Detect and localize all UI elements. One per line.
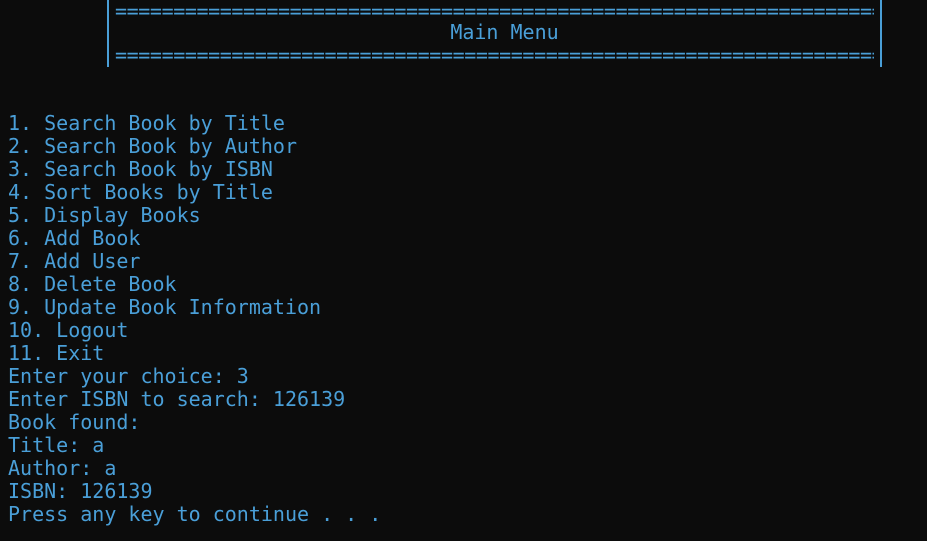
menu-item-add-user: 7. Add User (8, 249, 141, 273)
menu-item-delete-book: 8. Delete Book (8, 272, 177, 296)
menu-item-search-isbn: 3. Search Book by ISBN (8, 157, 273, 181)
menu-item-display-books: 5. Display Books (8, 203, 201, 227)
result-title-line: Title: a (8, 433, 105, 457)
menu-item-search-title: 1. Search Book by Title (8, 111, 285, 135)
choice-prompt-line: Enter your choice: 3 (8, 364, 249, 388)
banner-bottom-left-edge (107, 44, 109, 67)
banner-title-right-edge (880, 21, 882, 44)
menu-item-search-author: 2. Search Book by Author (8, 134, 297, 158)
continue-prompt[interactable]: Press any key to continue . . . (8, 503, 381, 526)
banner-top-rule-text: ========================================… (115, 0, 874, 23)
banner-top-right-edge (880, 0, 882, 23)
menu-item-update-book: 9. Update Book Information (8, 295, 322, 319)
menu-item-sort-title: 4. Sort Books by Title (8, 180, 273, 204)
banner-title: Main Menu (450, 21, 559, 44)
banner-bottom-rule-text: ========================================… (115, 44, 874, 67)
result-author-line: Author: a (8, 456, 117, 480)
console-window[interactable]: ========================================… (0, 0, 927, 541)
result-isbn-line: ISBN: 126139 (8, 479, 153, 503)
banner-title-row: Main Menu (107, 21, 882, 44)
banner-bottom-right-edge (880, 44, 882, 67)
isbn-prompt-line: Enter ISBN to search: 126139 (8, 387, 346, 411)
menu-item-logout: 10. Logout (8, 318, 129, 342)
menu-item-add-book: 6. Add Book (8, 226, 141, 250)
banner-bottom-rule: ========================================… (107, 44, 882, 67)
main-menu-list: 1. Search Book by Title 2. Search Book b… (8, 112, 321, 365)
banner-top-left-edge (107, 0, 109, 23)
result-heading: Book found: (8, 410, 141, 434)
banner-top-rule: ========================================… (107, 0, 882, 23)
session-output: Enter your choice: 3 Enter ISBN to searc… (8, 365, 381, 526)
menu-item-exit: 11. Exit (8, 341, 105, 365)
